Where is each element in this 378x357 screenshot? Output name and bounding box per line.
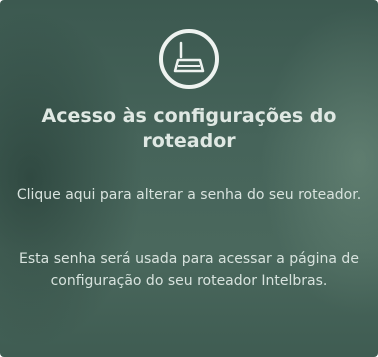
router-access-settings-card[interactable]: Acesso às configurações do roteador Cliq… bbox=[0, 0, 378, 357]
password-usage-description: Esta senha será usada para acessar a pág… bbox=[19, 251, 359, 289]
router-icon bbox=[157, 27, 221, 91]
change-password-description: Clique aqui para alterar a senha do seu … bbox=[16, 187, 362, 203]
card-title: Acesso às configurações do roteador bbox=[41, 105, 337, 152]
